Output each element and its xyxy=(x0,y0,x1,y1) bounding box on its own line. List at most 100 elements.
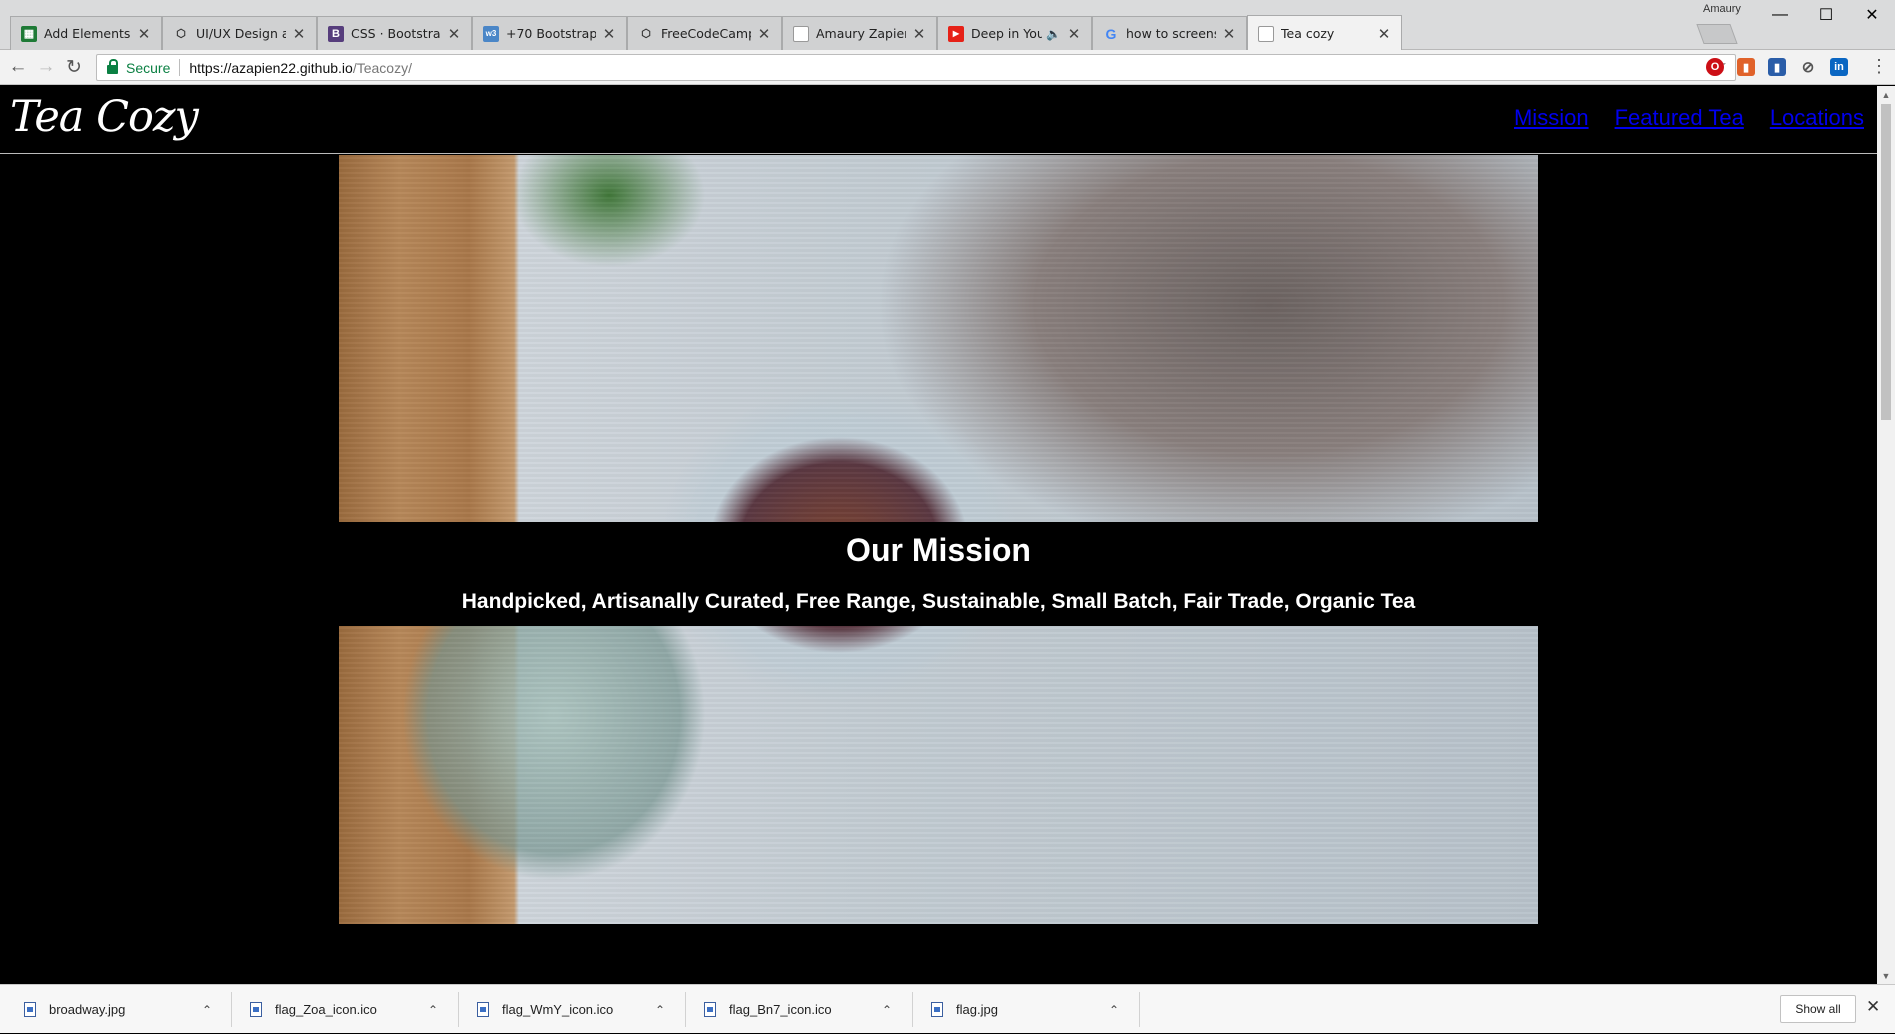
tab-add-elements[interactable]: ▦ Add Elements within yo ✕ xyxy=(10,16,162,50)
download-item[interactable]: broadway.jpg ⌃ xyxy=(24,985,214,1034)
tab-css-bootstrap[interactable]: B CSS · Bootstrap ✕ xyxy=(317,16,472,50)
browser-menu-icon[interactable]: ⋮ xyxy=(1870,56,1888,77)
forward-icon[interactable]: → xyxy=(34,55,58,79)
office-extension-icon[interactable]: ▮ xyxy=(1737,58,1755,76)
tab-title: UI/UX Design and Devel xyxy=(196,26,286,41)
tab-title: Add Elements within yo xyxy=(44,26,131,41)
web-page: Tea Cozy Mission Featured Tea Locations … xyxy=(0,86,1877,984)
new-tab-button[interactable] xyxy=(1696,24,1738,44)
page-icon xyxy=(1258,25,1274,42)
profile-name[interactable]: Amaury xyxy=(1703,3,1741,15)
tab-bootstrap-animation[interactable]: w3 +70 Bootstrap Animatio ✕ xyxy=(472,16,627,50)
close-tab-icon[interactable]: ✕ xyxy=(1222,25,1236,43)
youtube-icon: ▶ xyxy=(948,25,964,42)
tab-title: FreeCodeCamp portfolio xyxy=(661,26,751,41)
download-item[interactable]: flag_Zoa_icon.ico ⌃ xyxy=(250,985,440,1034)
chevron-up-icon[interactable]: ⌃ xyxy=(428,1003,438,1017)
spreadsheet-icon: ▦ xyxy=(21,25,37,42)
bookmark-extension-icon[interactable]: ▮ xyxy=(1768,58,1786,76)
download-filename: flag_Zoa_icon.ico xyxy=(275,1002,377,1017)
url-host: https://azapien22.github.io xyxy=(189,59,353,76)
google-icon: G xyxy=(1105,25,1117,42)
close-tab-icon[interactable]: ✕ xyxy=(1067,25,1081,43)
download-filename: broadway.jpg xyxy=(49,1002,126,1017)
page-icon xyxy=(793,25,809,42)
site-logo[interactable]: Tea Cozy xyxy=(10,92,199,142)
download-item[interactable]: flag_WmY_icon.ico ⌃ xyxy=(477,985,667,1034)
vertical-scrollbar[interactable]: ▲ ▼ xyxy=(1877,86,1895,984)
scroll-thumb[interactable] xyxy=(1881,104,1891,420)
tab-title: how to screenshot from xyxy=(1126,26,1216,41)
download-divider xyxy=(912,992,913,1027)
close-tab-icon[interactable]: ✕ xyxy=(292,25,306,43)
tab-uiux-design[interactable]: ⬡ UI/UX Design and Devel ✕ xyxy=(162,16,317,50)
site-nav: Mission Featured Tea Locations xyxy=(1514,105,1864,131)
chevron-up-icon[interactable]: ⌃ xyxy=(655,1003,665,1017)
minimize-icon[interactable]: — xyxy=(1757,0,1803,30)
download-divider xyxy=(1139,992,1140,1027)
download-filename: flag_WmY_icon.ico xyxy=(502,1002,614,1017)
download-item[interactable]: flag_Bn7_icon.ico ⌃ xyxy=(704,985,894,1034)
back-icon[interactable]: ← xyxy=(6,55,30,79)
w3-icon: w3 xyxy=(483,25,499,42)
tab-how-to-screenshot[interactable]: G how to screenshot from ✕ xyxy=(1092,16,1247,50)
browser-window: ▦ Add Elements within yo ✕ ⬡ UI/UX Desig… xyxy=(0,0,1895,1033)
linkedin-extension-icon[interactable]: in xyxy=(1830,58,1848,76)
download-item[interactable]: flag.jpg ⌃ xyxy=(931,985,1121,1034)
close-download-shelf-icon[interactable]: ✕ xyxy=(1866,997,1880,1017)
chevron-up-icon[interactable]: ⌃ xyxy=(882,1003,892,1017)
image-file-icon xyxy=(704,1002,716,1017)
codepen-icon: ⬡ xyxy=(641,28,651,40)
bootstrap-icon: B xyxy=(328,25,344,42)
download-divider xyxy=(231,992,232,1027)
reload-icon[interactable]: ↻ xyxy=(62,55,86,79)
download-divider xyxy=(685,992,686,1027)
close-tab-icon[interactable]: ✕ xyxy=(447,25,461,43)
tab-title: Tea cozy xyxy=(1281,26,1335,41)
close-tab-icon[interactable]: ✕ xyxy=(757,25,771,43)
opera-extension-icon[interactable]: O xyxy=(1706,58,1724,76)
tab-amaury-zapien[interactable]: Amaury Zapien ✕ xyxy=(782,16,937,50)
scroll-down-icon[interactable]: ▼ xyxy=(1877,967,1895,984)
browser-toolbar: ← → ↻ Secure https://azapien22.github.io… xyxy=(0,50,1895,85)
lock-icon xyxy=(107,59,118,74)
close-tab-icon[interactable]: ✕ xyxy=(137,25,151,43)
close-tab-icon[interactable]: ✕ xyxy=(912,25,926,43)
site-header: Tea Cozy Mission Featured Tea Locations xyxy=(0,86,1877,154)
mission-banner: Our Mission Handpicked, Artisanally Cura… xyxy=(339,522,1538,626)
mission-title: Our Mission xyxy=(846,532,1031,568)
close-window-icon[interactable]: ✕ xyxy=(1849,0,1895,30)
download-shelf: broadway.jpg ⌃ flag_Zoa_icon.ico ⌃ flag_… xyxy=(0,984,1895,1033)
tab-freecodecamp-portfolio[interactable]: ⬡ FreeCodeCamp portfolio ✕ xyxy=(627,16,782,50)
tab-title: +70 Bootstrap Animatio xyxy=(506,26,596,41)
image-file-icon xyxy=(24,1002,36,1017)
nav-link-locations[interactable]: Locations xyxy=(1770,105,1864,131)
maximize-icon[interactable]: ☐ xyxy=(1803,0,1849,30)
chevron-up-icon[interactable]: ⌃ xyxy=(1109,1003,1119,1017)
image-file-icon xyxy=(477,1002,489,1017)
image-file-icon xyxy=(250,1002,262,1017)
tab-deep-in-your-mind[interactable]: ▶ Deep in Your Mind - 🔈 ✕ xyxy=(937,16,1092,50)
scroll-up-icon[interactable]: ▲ xyxy=(1877,86,1895,103)
tab-title: Amaury Zapien xyxy=(816,26,906,41)
tab-tea-cozy[interactable]: Tea cozy ✕ xyxy=(1247,15,1402,51)
address-separator xyxy=(179,59,181,76)
tab-title: Deep in Your Mind - xyxy=(971,26,1043,41)
address-bar[interactable]: Secure https://azapien22.github.io/Teaco… xyxy=(96,54,1736,81)
close-tab-icon[interactable]: ✕ xyxy=(1377,25,1391,43)
download-divider xyxy=(458,992,459,1027)
nav-link-featured-tea[interactable]: Featured Tea xyxy=(1615,105,1744,131)
speaker-icon[interactable]: 🔈 xyxy=(1046,27,1061,41)
url-path: /Teacozy/ xyxy=(352,59,412,76)
tab-strip: ▦ Add Elements within yo ✕ ⬡ UI/UX Desig… xyxy=(0,0,1895,51)
sync-extension-icon[interactable]: ⊘ xyxy=(1799,58,1817,76)
close-tab-icon[interactable]: ✕ xyxy=(602,25,616,43)
chevron-up-icon[interactable]: ⌃ xyxy=(202,1003,212,1017)
secure-label: Secure xyxy=(126,59,171,76)
nav-link-mission[interactable]: Mission xyxy=(1514,105,1589,131)
download-filename: flag_Bn7_icon.ico xyxy=(729,1002,832,1017)
show-all-button[interactable]: Show all xyxy=(1780,995,1856,1023)
mission-subtitle: Handpicked, Artisanally Curated, Free Ra… xyxy=(461,590,1416,613)
codepen-icon: ⬡ xyxy=(176,28,186,40)
tab-title: CSS · Bootstrap xyxy=(351,26,441,41)
